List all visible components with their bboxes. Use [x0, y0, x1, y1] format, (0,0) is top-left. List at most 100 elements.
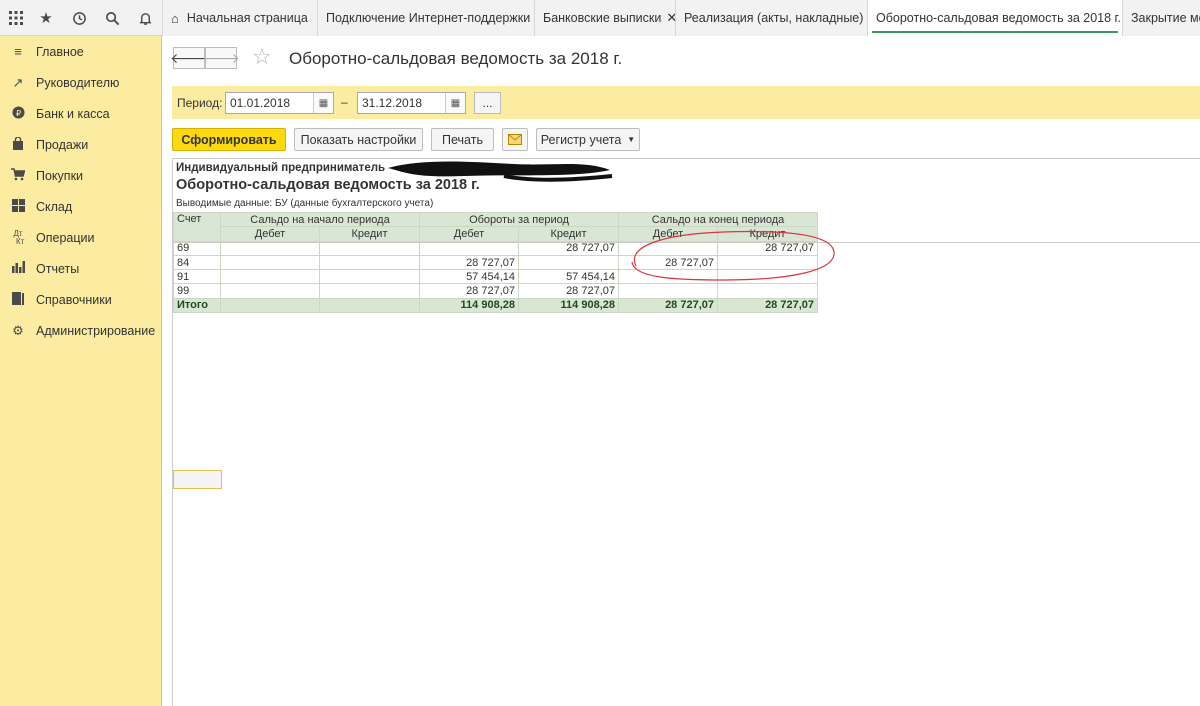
sidebar-item-label: Операции — [36, 230, 95, 245]
tab-trial-balance[interactable]: Оборотно-сальдовая ведомость за 2018 г. … — [867, 0, 1137, 36]
books-icon — [0, 291, 36, 308]
column-header-account: Счет — [173, 212, 221, 242]
favorites-star-icon[interactable]: ★ — [30, 0, 62, 36]
sidebar-item-reports[interactable]: Отчеты — [0, 253, 161, 284]
period-to-field[interactable]: 31.12.2018 ▦ — [357, 92, 466, 114]
turnover-credit-cell — [518, 254, 619, 271]
page-title: Оборотно-сальдовая ведомость за 2018 г. — [289, 49, 623, 68]
table-row[interactable]: 99 28 727,07 28 727,07 — [173, 283, 818, 299]
sidebar-item-administration[interactable]: ⚙ Администрирование — [0, 315, 161, 346]
sidebar-item-label: Банк и касса — [36, 106, 110, 121]
top-bar: ★ ⌂ Начальная страница Подключение Интер… — [0, 0, 1200, 36]
favorite-star-icon[interactable]: ☆ — [252, 44, 272, 70]
calendar-icon[interactable]: ▦ — [445, 93, 465, 113]
turnover-credit-cell: 28 727,07 — [518, 283, 619, 299]
opening-credit-cell — [319, 254, 420, 271]
opening-credit-cell — [319, 269, 420, 285]
apps-grid-icon[interactable] — [0, 0, 32, 36]
tab-home[interactable]: ⌂ Начальная страница — [162, 0, 317, 36]
tab-internet-support[interactable]: Подключение Интернет-поддержки ✕ — [317, 0, 546, 36]
home-icon: ⌂ — [171, 10, 179, 26]
turnover-debit-cell: 28 727,07 — [419, 254, 519, 271]
column-header-credit: Кредит — [319, 226, 420, 242]
selected-cell[interactable] — [173, 470, 222, 489]
report-organization: Индивидуальный предприниматель — [176, 162, 386, 174]
accounting-register-dropdown[interactable]: Регистр учета ▼ — [536, 128, 640, 151]
total-opening-debit-cell — [220, 297, 320, 314]
sidebar-item-sales[interactable]: Продажи — [0, 129, 161, 160]
forward-button[interactable]: 🡒 — [202, 47, 240, 69]
grid-icon — [0, 198, 36, 215]
account-cell: 69 — [173, 240, 221, 256]
sidebar-item-warehouse[interactable]: Склад — [0, 191, 161, 222]
column-header-debit: Дебет — [419, 226, 519, 242]
tab-label: Подключение Интернет-поддержки — [326, 11, 531, 25]
opening-debit-cell — [220, 240, 320, 256]
sidebar-item-label: Справочники — [36, 292, 112, 307]
sidebar-item-label: Главное — [36, 44, 84, 59]
sidebar-item-main[interactable]: ≡ Главное — [0, 36, 161, 67]
cart-icon — [0, 167, 36, 184]
account-cell: 99 — [173, 283, 221, 299]
total-closing-credit-cell: 28 727,07 — [717, 297, 818, 314]
closing-debit-cell — [618, 283, 718, 299]
period-from-field[interactable]: 01.01.2018 ▦ — [225, 92, 334, 114]
search-icon[interactable] — [96, 0, 128, 36]
total-row[interactable]: Итого 114 908,28 114 908,28 28 727,07 28… — [173, 297, 818, 314]
calendar-icon[interactable]: ▦ — [313, 93, 333, 113]
history-icon[interactable] — [63, 0, 95, 36]
period-select-button[interactable]: ... — [474, 92, 501, 114]
column-header-closing: Сальдо на конец периода — [618, 211, 818, 228]
sidebar-item-manager[interactable]: ↗ Руководителю — [0, 67, 161, 98]
generate-button[interactable]: Сформировать — [172, 128, 286, 151]
print-button[interactable]: Печать — [431, 128, 494, 151]
total-opening-credit-cell — [319, 297, 420, 314]
sidebar-item-label: Руководителю — [36, 75, 120, 90]
tab-label: Банковские выписки — [543, 11, 662, 25]
notifications-bell-icon[interactable] — [129, 0, 161, 36]
tab-sales-acts[interactable]: Реализация (акты, накладные) ✕ — [675, 0, 879, 36]
account-cell: 84 — [173, 254, 221, 271]
turnover-credit-cell: 28 727,07 — [518, 240, 619, 256]
show-settings-button[interactable]: Показать настройки — [294, 128, 423, 151]
sidebar-item-operations[interactable]: Дт Кт Операции — [0, 222, 161, 253]
register-label: Регистр учета — [540, 132, 622, 147]
sidebar: ≡ Главное ↗ Руководителю ₽ Банк и касса … — [0, 36, 162, 706]
tab-label: Реализация (акты, накладные) — [684, 11, 864, 25]
tab-month-closing[interactable]: Закрытие месяца — [1122, 0, 1200, 36]
sidebar-item-bank[interactable]: ₽ Банк и касса — [0, 98, 161, 129]
table-header-row: Счет Сальдо на начало периода Обороты за… — [173, 211, 818, 242]
period-bar: Период: 01.01.2018 ▦ – 31.12.2018 ▦ ... — [172, 86, 1200, 119]
total-turnover-debit-cell: 114 908,28 — [419, 297, 519, 314]
bar-chart-icon — [0, 261, 36, 276]
column-header-turnover: Обороты за период — [419, 211, 619, 228]
gear-icon: ⚙ — [12, 322, 24, 338]
opening-debit-cell — [220, 283, 320, 299]
turnover-debit-cell — [419, 240, 519, 256]
turnover-debit-cell: 57 454,14 — [419, 269, 519, 285]
sidebar-item-label: Администрирование — [36, 323, 156, 338]
chevron-down-icon: ▼ — [627, 135, 636, 144]
sidebar-item-purchases[interactable]: Покупки — [0, 160, 161, 191]
tab-label: Оборотно-сальдовая ведомость за 2018 г. — [876, 11, 1122, 25]
opening-debit-cell — [220, 269, 320, 285]
closing-credit-cell — [717, 283, 818, 299]
sidebar-item-directories[interactable]: Справочники — [0, 284, 161, 315]
ruble-coin-icon: ₽ — [0, 105, 36, 122]
bag-icon — [0, 135, 36, 153]
back-button[interactable]: 🡐 — [170, 47, 208, 69]
sidebar-item-label: Отчеты — [36, 261, 80, 276]
report-title: Оборотно-сальдовая ведомость за 2018 г. — [176, 177, 480, 193]
total-turnover-credit-cell: 114 908,28 — [518, 297, 619, 314]
column-header-opening: Сальдо на начало периода — [220, 211, 420, 228]
sidebar-item-label: Склад — [36, 199, 73, 214]
opening-credit-cell — [319, 240, 420, 256]
turnover-debit-cell: 28 727,07 — [419, 283, 519, 299]
tab-bank-statements[interactable]: Банковские выписки ✕ — [534, 0, 677, 36]
envelope-icon — [508, 134, 522, 145]
sidebar-item-label: Продажи — [36, 137, 89, 152]
report-filter: Выводимые данные: БУ (данные бухгалтерск… — [176, 198, 434, 209]
email-button[interactable] — [502, 128, 528, 151]
annotation-circle — [631, 230, 835, 281]
turnover-credit-cell: 57 454,14 — [518, 269, 619, 285]
